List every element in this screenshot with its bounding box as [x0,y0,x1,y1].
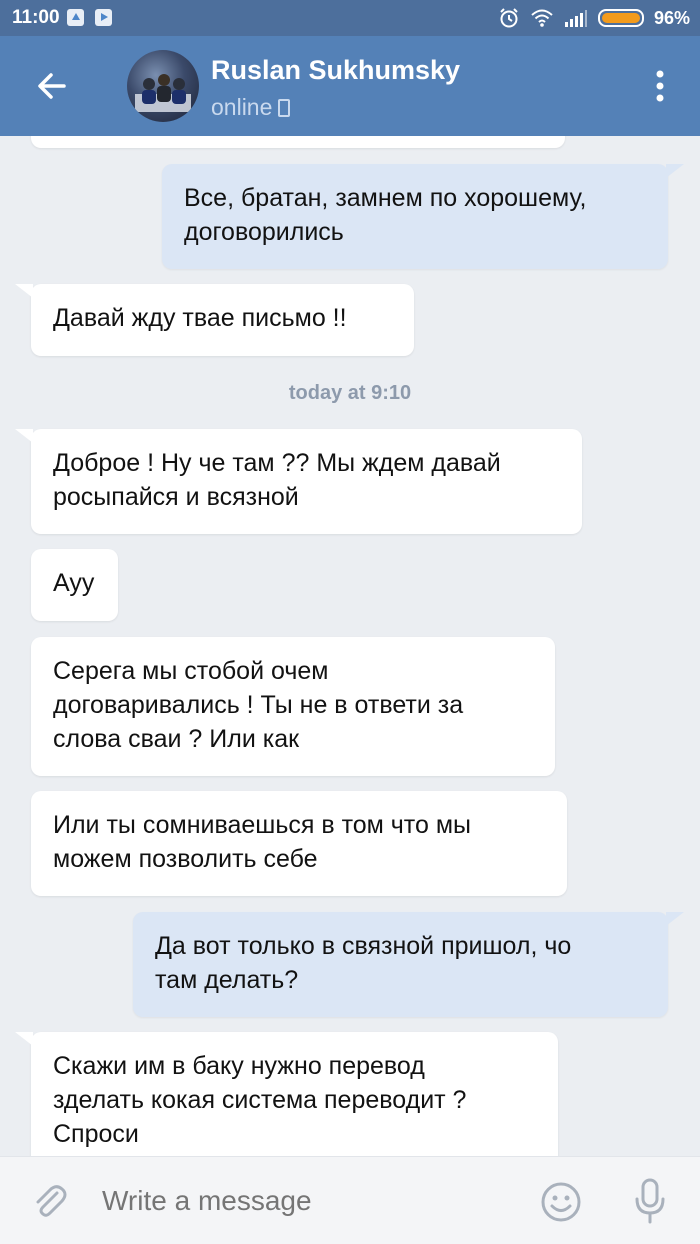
message-text: Все, братан, замнем по хорошему, договор… [184,184,587,246]
signal-icon [564,10,587,27]
message-text: Или ты сомниваешься в том что мы можем п… [53,811,471,873]
play-notification-icon [95,9,112,26]
wifi-icon [531,9,553,27]
message-bubble-incoming[interactable]: Или ты сомниваешься в том что мы можем п… [31,791,567,896]
online-status-text: online [211,94,273,120]
message-bubble-incoming[interactable]: Серега мы стобой очем договаривались ! Т… [31,637,555,776]
message-text: Доброе ! Ну че там ?? Мы ждем давай росы… [53,449,501,511]
message-input[interactable] [102,1181,502,1221]
alarm-icon [500,8,518,28]
online-status: online [211,94,291,121]
upload-notification-icon [67,9,84,26]
chat-header: Ruslan Sukhumsky online [0,36,700,136]
message-list[interactable]: Все, братан, замнем по хорошему, договор… [0,136,700,1156]
avatar[interactable] [127,50,199,122]
battery-icon [597,9,644,27]
message-text: Да вот только в связной пришол, чо там д… [155,932,572,994]
date-separator: today at 9:10 [288,382,412,404]
more-vertical-icon[interactable] [650,66,670,106]
microphone-icon[interactable] [632,1177,668,1225]
status-bar: 11:00 96% [0,0,700,36]
message-bubble-partial[interactable] [31,136,565,148]
message-text: Серега мы стобой очем договаривались ! Т… [53,657,464,753]
message-bubble-incoming[interactable]: Давай жду твае письмо !! [15,284,414,356]
phone-icon [278,98,291,117]
message-bubble-outgoing[interactable]: Да вот только в связной пришол, чо там д… [133,912,684,1017]
message-text: Скажи им в баку нужно перевод зделать ко… [53,1052,467,1148]
message-bubble-incoming[interactable]: Доброе ! Ну че там ?? Мы ждем давай росы… [15,429,582,534]
emoji-icon[interactable] [540,1181,582,1223]
message-text: Ауу [53,569,95,597]
message-composer [0,1156,700,1244]
paperclip-icon[interactable] [30,1181,70,1221]
message-bubble-incoming[interactable]: Скажи им в баку нужно перевод зделать ко… [15,1032,558,1156]
clock: 11:00 [12,7,60,28]
message-text: Давай жду твае письмо !! [53,304,347,332]
back-arrow-icon[interactable] [32,66,72,106]
contact-name[interactable]: Ruslan Sukhumsky [211,55,460,86]
message-bubble-outgoing[interactable]: Все, братан, замнем по хорошему, договор… [162,164,684,269]
message-bubble-incoming[interactable]: Ауу [31,549,118,621]
battery-percent: 96% [653,7,690,28]
